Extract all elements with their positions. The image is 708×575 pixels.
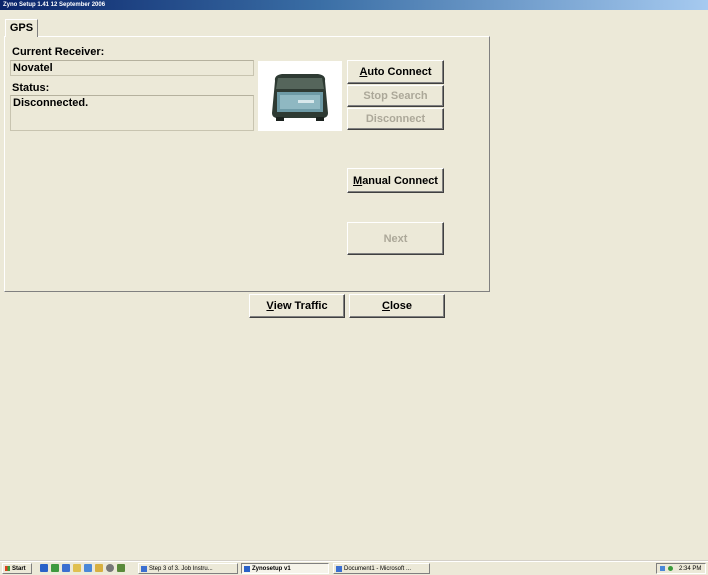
clock[interactable]: 2:34 PM [679, 564, 701, 575]
window-titlebar[interactable]: Zyno Setup 1.41 12 September 2006 [0, 0, 708, 10]
stop-search-label: Stop Search [363, 90, 428, 102]
manual-connect-mnemonic: M [353, 174, 363, 187]
start-button[interactable]: Start [2, 563, 32, 574]
folder-icon[interactable] [73, 564, 81, 572]
task-window-icon [336, 566, 342, 572]
disconnect-label: Disconnect [365, 113, 426, 125]
view-traffic-button[interactable]: View Traffic [249, 294, 345, 318]
tab-gps[interactable]: GPS [5, 19, 38, 37]
volume-icon[interactable] [660, 566, 665, 571]
taskbar-task-step3[interactable]: Step 3 of 3. Job Instru... [138, 563, 238, 574]
system-tray: 2:34 PM [656, 563, 706, 574]
status-value: Disconnected. [13, 97, 89, 109]
close-button[interactable]: Close [349, 294, 445, 318]
auto-connect-label: uto Connect [367, 66, 432, 78]
manual-connect-button[interactable]: Manual Connect [347, 168, 444, 193]
messenger-icon[interactable] [117, 564, 125, 572]
start-label: Start [12, 566, 26, 572]
current-receiver-value: Novatel [13, 62, 53, 74]
status-label: Status: [12, 82, 50, 94]
auto-connect-mnemonic: A [359, 66, 368, 78]
taskbar-task-document1[interactable]: Document1 - Microsoft ... [333, 563, 430, 574]
media-icon[interactable] [106, 564, 114, 572]
taskbar-task-label: Document1 - Microsoft ... [344, 566, 412, 572]
task-window-icon [141, 566, 147, 572]
internet-explorer-icon[interactable] [40, 564, 48, 572]
view-traffic-mnemonic: V [266, 300, 274, 312]
current-receiver-label: Current Receiver: [12, 46, 105, 58]
disconnect-button[interactable]: Disconnect [347, 108, 444, 130]
outlook-icon[interactable] [84, 564, 92, 572]
notes-icon[interactable] [95, 564, 103, 572]
stop-search-button[interactable]: Stop Search [347, 85, 444, 107]
current-receiver-field: Novatel [10, 60, 254, 76]
close-label: lose [389, 300, 412, 312]
windows-logo-icon [5, 566, 10, 571]
gps-receiver-icon [272, 74, 328, 121]
next-label: Next [383, 232, 408, 245]
window-title: Zyno Setup 1.41 12 September 2006 [3, 2, 106, 8]
next-button[interactable]: Next [347, 222, 444, 255]
status-field: Disconnected. [10, 95, 254, 131]
view-traffic-label: iew Traffic [273, 300, 328, 312]
taskbar-task-label: Step 3 of 3. Job Instru... [149, 566, 213, 572]
taskbar-task-label: Zynosetup v1 [252, 566, 291, 572]
close-mnemonic: C [382, 300, 390, 312]
auto-connect-button[interactable]: Auto Connect [347, 60, 444, 84]
taskbar-task-zynosetup[interactable]: Zynosetup v1 [241, 563, 329, 574]
receiver-image [258, 61, 342, 131]
excel-icon[interactable] [51, 564, 59, 572]
taskbar: Start Step 3 of 3. Job Instru... Zynoset… [0, 561, 708, 575]
manual-connect-label: anual Connect [362, 174, 438, 187]
word-icon[interactable] [62, 564, 70, 572]
network-icon[interactable] [668, 566, 673, 571]
task-window-icon [244, 566, 250, 572]
tab-gps-label: GPS [9, 22, 34, 34]
